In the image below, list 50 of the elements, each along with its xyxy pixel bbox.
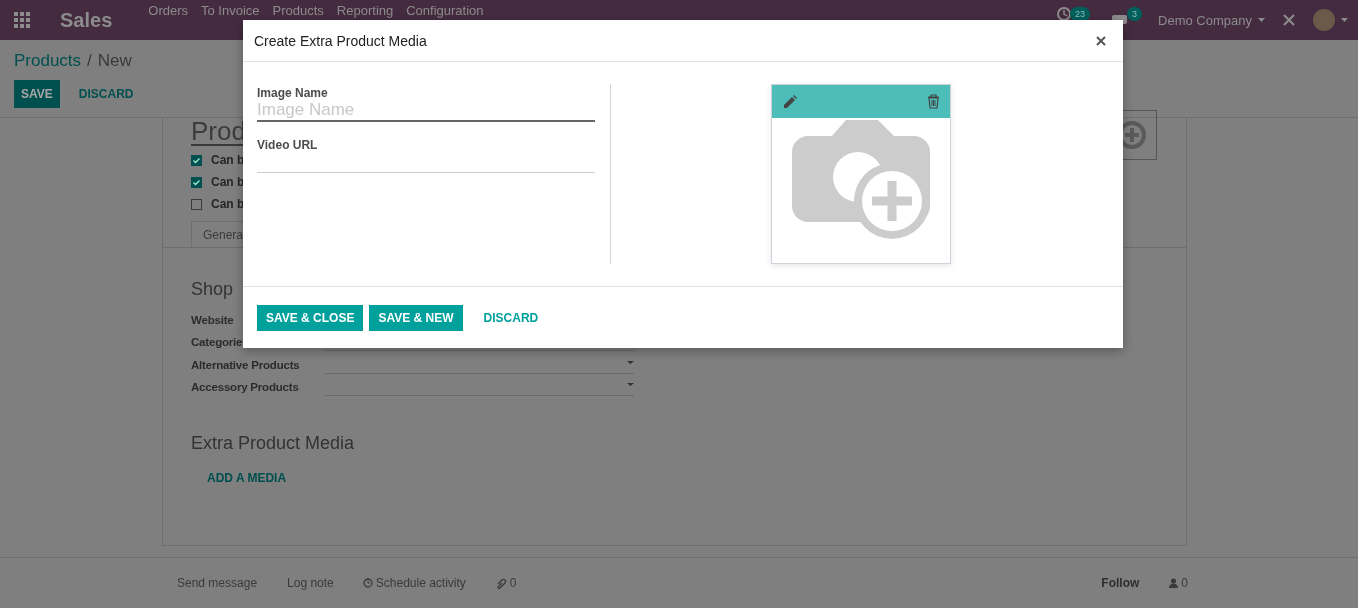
breadcrumb-link[interactable]: Products [14, 51, 82, 70]
discard-button[interactable]: DISCARD [474, 304, 548, 331]
clock-icon [362, 578, 373, 588]
trash-icon [927, 94, 940, 109]
clock-icon [1057, 7, 1072, 21]
caret-icon [1341, 18, 1348, 22]
chatter-button[interactable]: Send message [177, 576, 258, 590]
pencil-icon [782, 94, 797, 109]
apps-menu-icon [14, 12, 30, 28]
checkbox[interactable] [191, 154, 202, 166]
dialog-title: Create Extra Product Media [254, 32, 427, 49]
save-new-button[interactable]: SAVE & NEW [369, 304, 463, 331]
tools-icon [1283, 14, 1295, 26]
follow-button[interactable]: Follow [1101, 576, 1140, 590]
notification-badge: 23 [1070, 7, 1091, 21]
checkbox[interactable] [191, 198, 202, 210]
menu-item[interactable]: Reporting [336, 3, 394, 18]
paperclip-icon [495, 577, 507, 589]
caret-icon [1258, 18, 1265, 22]
menu-item[interactable]: To Invoice [201, 3, 260, 18]
close-icon [1096, 35, 1106, 46]
chatter-button[interactable]: Schedule activity [375, 576, 466, 590]
section-heading: Shop [191, 279, 235, 300]
person-icon [1169, 578, 1179, 588]
add-media-link[interactable]: ADD A MEDIA [207, 471, 287, 485]
field-label: Accessory Products [191, 381, 299, 395]
company-switcher[interactable]: Demo Company [1158, 12, 1252, 28]
chatter-button[interactable]: Log note [287, 576, 334, 590]
section-heading: Extra Product Media [191, 433, 356, 454]
checkbox[interactable] [191, 176, 202, 188]
follower-count[interactable]: 0 [1181, 576, 1188, 590]
attachment-count[interactable]: 0 [509, 576, 517, 590]
breadcrumb-current: New [97, 51, 132, 70]
field-label: Video URL [257, 138, 319, 152]
field-label: Website [191, 313, 234, 328]
save-close-button[interactable]: SAVE & CLOSE [257, 304, 364, 331]
discard-button[interactable]: DISCARD [71, 80, 141, 108]
breadcrumb-separator: / [87, 51, 92, 70]
notification-badge: 3 [1127, 7, 1143, 21]
caret-icon [627, 383, 634, 386]
caret-icon [627, 360, 634, 364]
menu-item[interactable]: Configuration [406, 3, 484, 18]
menu-item[interactable]: Orders [148, 3, 188, 18]
field-label: Image Name [257, 86, 329, 100]
field-label: Categorie [191, 336, 243, 350]
app-title: Sales [60, 8, 113, 32]
menu-item[interactable]: Products [272, 3, 324, 18]
avatar[interactable] [1313, 9, 1335, 31]
field-label: Alternative Products [191, 358, 300, 373]
save-button[interactable]: SAVE [14, 80, 60, 108]
